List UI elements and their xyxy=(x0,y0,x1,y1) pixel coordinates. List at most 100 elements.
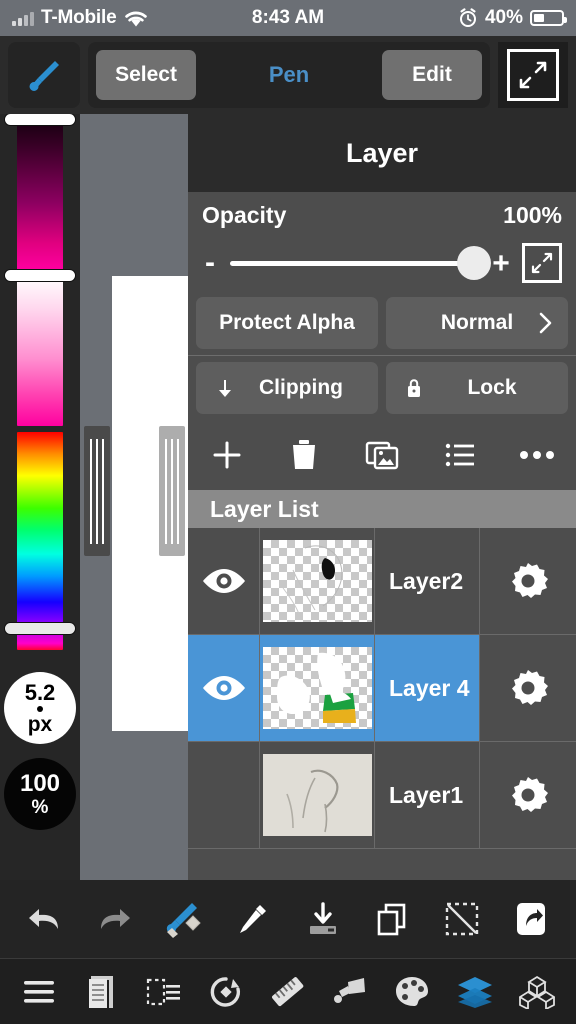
layer-name[interactable]: Layer 4 xyxy=(375,635,480,741)
more-options-button[interactable] xyxy=(509,427,565,483)
layer-name[interactable]: Layer2 xyxy=(375,528,480,634)
saturation-slider[interactable] xyxy=(5,270,75,426)
add-layer-button[interactable] xyxy=(199,427,255,483)
edit-button[interactable]: Edit xyxy=(382,50,482,100)
protect-alpha-button[interactable]: Protect Alpha xyxy=(196,297,378,349)
hue-slider-knob[interactable] xyxy=(5,623,75,634)
select-button[interactable]: Select xyxy=(96,50,196,100)
layer-panel: Layer Opacity 100% - + Protect Alpha Nor… xyxy=(188,114,576,880)
layer-list-header: Layer List xyxy=(188,490,576,528)
eyedropper-button[interactable] xyxy=(225,891,281,947)
nav-3d[interactable] xyxy=(512,967,562,1017)
clipping-arrow-icon xyxy=(214,376,236,400)
current-tool-label: Pen xyxy=(268,62,310,87)
table-row[interactable]: Layer2 xyxy=(188,528,576,635)
padlock-icon xyxy=(404,376,424,400)
brush-size-value: 5.2 xyxy=(24,679,56,705)
nav-layers[interactable] xyxy=(450,967,500,1017)
canvas-grip-left[interactable] xyxy=(84,426,110,556)
expand-arrows-icon xyxy=(507,49,559,101)
brush-eraser-toggle[interactable] xyxy=(156,891,212,947)
brightness-slider[interactable] xyxy=(5,114,75,270)
layer-thumbnail[interactable] xyxy=(260,635,375,741)
layer-name[interactable]: Layer1 xyxy=(375,742,480,848)
status-bar-left: T-Mobile xyxy=(12,7,149,29)
color-sidebar: 5.2 px 100 % xyxy=(0,114,80,880)
brush-size-dot xyxy=(37,705,43,712)
bottom-nav-bar xyxy=(0,958,576,1024)
brightness-slider-knob[interactable] xyxy=(5,114,75,125)
brush-opacity-unit: % xyxy=(31,796,49,818)
layer-list-button[interactable] xyxy=(432,427,488,483)
opacity-increase-button[interactable]: + xyxy=(492,248,510,278)
redo-button[interactable] xyxy=(86,891,142,947)
active-brush-button[interactable] xyxy=(8,42,80,108)
saturation-slider-knob[interactable] xyxy=(5,270,75,281)
top-toolbar: Select Pen Edit xyxy=(0,36,576,114)
opacity-slider-knob[interactable] xyxy=(457,246,491,280)
brush-opacity-indicator[interactable]: 100 % xyxy=(4,758,76,830)
blend-mode-button[interactable]: Normal xyxy=(386,297,568,349)
signal-bars-icon xyxy=(12,11,34,26)
lock-button[interactable]: Lock xyxy=(386,362,568,414)
status-bar-right: 40% xyxy=(458,7,567,29)
brush-opacity-value: 100 xyxy=(19,769,61,797)
import-image-button[interactable] xyxy=(354,427,410,483)
layer-actions-row xyxy=(188,420,576,490)
chevron-right-icon xyxy=(538,311,554,335)
layer-settings-button[interactable] xyxy=(480,528,576,634)
deselect-button[interactable] xyxy=(434,891,490,947)
canvas-area[interactable] xyxy=(80,114,188,880)
table-row[interactable]: Layer1 xyxy=(188,742,576,849)
nav-palette[interactable] xyxy=(387,967,437,1017)
opacity-slider[interactable] xyxy=(230,246,491,280)
carrier-label: T-Mobile xyxy=(41,7,117,28)
wifi-icon xyxy=(123,9,149,28)
delete-layer-button[interactable] xyxy=(276,427,332,483)
lock-label: Lock xyxy=(467,376,517,399)
nav-ruler[interactable] xyxy=(263,967,313,1017)
import-button[interactable] xyxy=(295,891,351,947)
status-bar: T-Mobile 8:43 AM 40% xyxy=(0,0,576,36)
app-screen: T-Mobile 8:43 AM 40% Select Pen Edit 5.2… xyxy=(0,0,576,1024)
nav-document[interactable] xyxy=(76,967,126,1017)
duplicate-button[interactable] xyxy=(364,891,420,947)
hue-slider[interactable] xyxy=(5,432,75,650)
layer-list: Layer2 Layer 4 Layer1 xyxy=(188,528,576,880)
nav-transform[interactable] xyxy=(201,967,251,1017)
fullscreen-button[interactable] xyxy=(498,42,568,108)
blend-mode-label: Normal xyxy=(440,311,514,334)
share-button[interactable] xyxy=(503,891,559,947)
layer-lock-row: Clipping Lock xyxy=(188,356,576,420)
brush-size-indicator[interactable]: 5.2 px xyxy=(4,672,76,744)
opacity-value: 100% xyxy=(503,202,562,228)
layer-visibility-toggle[interactable] xyxy=(188,742,260,848)
toolbar-center-group: Select Pen Edit xyxy=(88,42,490,108)
layer-settings-button[interactable] xyxy=(480,742,576,848)
layer-opacity-section: Opacity 100% - + xyxy=(188,192,576,291)
brush-size-unit: px xyxy=(27,712,53,736)
opacity-label: Opacity xyxy=(202,202,287,228)
alarm-clock-icon xyxy=(458,8,478,28)
layer-thumbnail[interactable] xyxy=(260,528,375,634)
layer-settings-button[interactable] xyxy=(480,635,576,741)
clipping-button[interactable]: Clipping xyxy=(196,362,378,414)
layer-thumbnail[interactable] xyxy=(260,742,375,848)
paintbrush-icon xyxy=(22,53,66,97)
layer-visibility-toggle[interactable] xyxy=(188,528,260,634)
layer-visibility-toggle[interactable] xyxy=(188,635,260,741)
opacity-decrease-button[interactable]: - xyxy=(202,248,218,278)
bottom-toolbar xyxy=(0,880,576,958)
nav-selection[interactable] xyxy=(139,967,189,1017)
battery-percent-label: 40% xyxy=(484,7,523,28)
canvas-grip-right[interactable] xyxy=(159,426,185,556)
workspace: 5.2 px 100 % Layer Opacity 100% - + Prot… xyxy=(0,114,576,880)
nav-menu[interactable] xyxy=(14,967,64,1017)
battery-icon xyxy=(530,10,567,26)
opacity-expand-button[interactable] xyxy=(522,243,562,283)
undo-button[interactable] xyxy=(17,891,73,947)
nav-fill[interactable] xyxy=(325,967,375,1017)
layer-panel-title: Layer xyxy=(188,114,576,192)
clipping-label: Clipping xyxy=(259,376,343,399)
table-row[interactable]: Layer 4 xyxy=(188,635,576,742)
